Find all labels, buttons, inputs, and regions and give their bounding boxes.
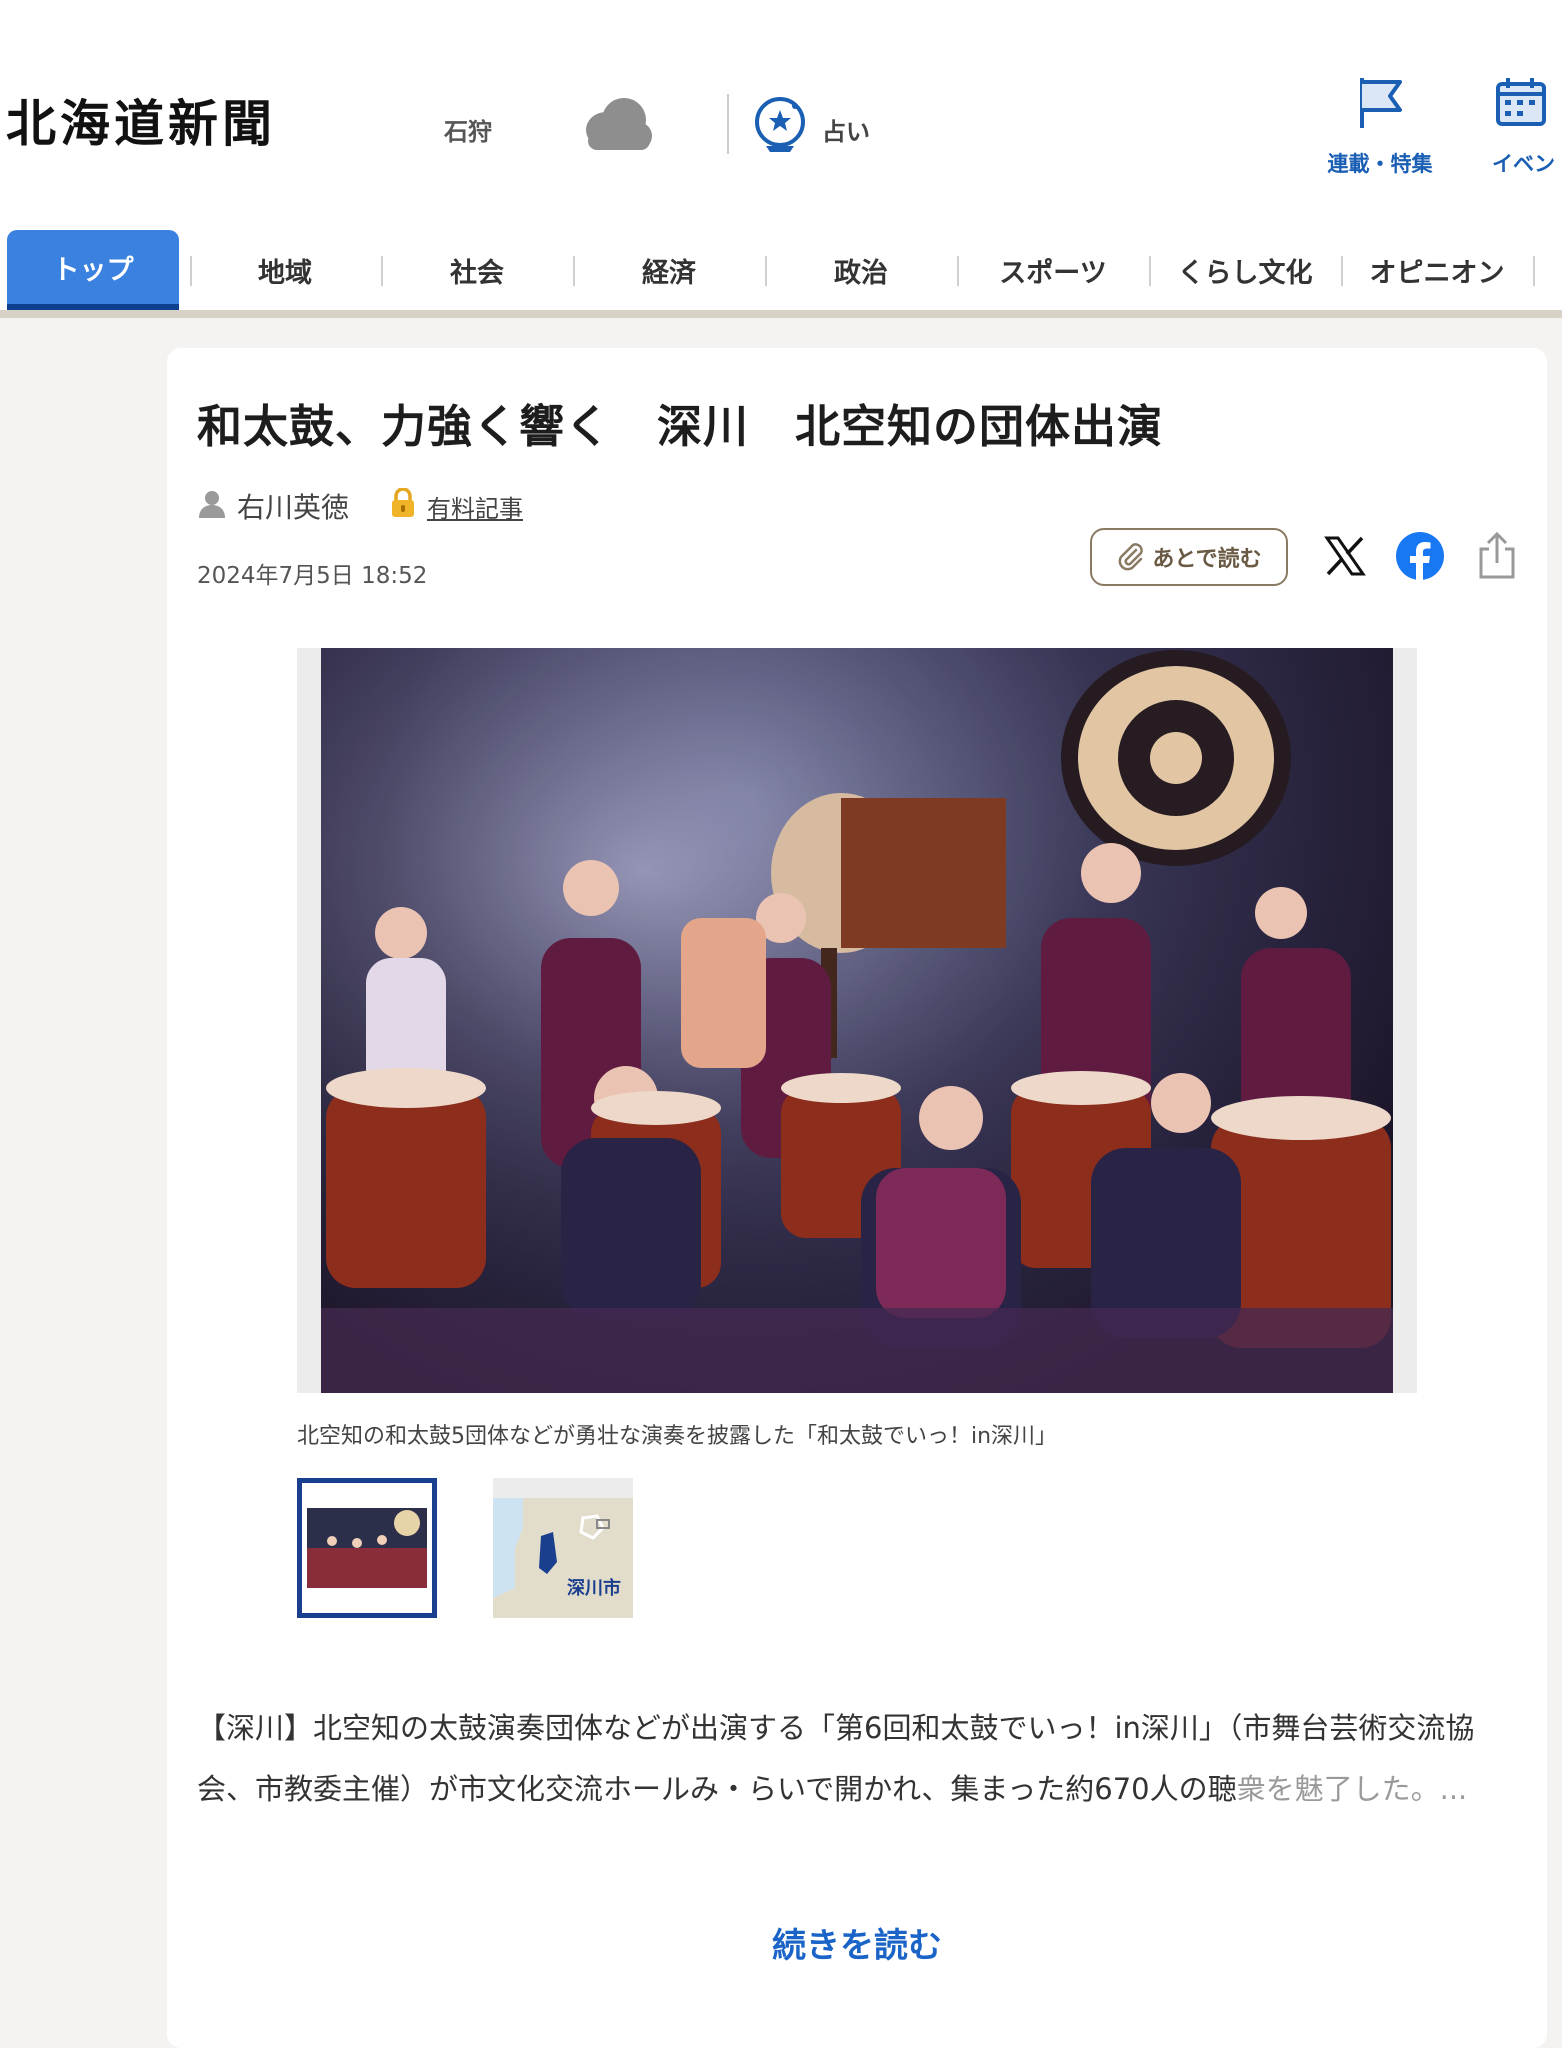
fortune-link[interactable]: 占い	[822, 112, 870, 147]
paid-article-link[interactable]: 有料記事	[389, 487, 524, 524]
x-share-icon[interactable]	[1317, 528, 1373, 584]
article-title: 和太鼓、力強く響く 深川 北空知の団体出演	[197, 400, 1164, 453]
tab-politics[interactable]: 政治	[765, 230, 957, 310]
header-divider	[727, 94, 729, 154]
lead-text-faded: 衆を魅了した。...	[1236, 1772, 1468, 1806]
share-icon[interactable]	[1469, 528, 1525, 584]
series-feature-link[interactable]: 連載・特集	[1320, 70, 1440, 178]
person-icon	[197, 489, 227, 523]
tab-divider	[1533, 256, 1535, 286]
tabs-underline	[0, 310, 1562, 318]
paperclip-icon	[1116, 542, 1146, 572]
author-row: 右川英徳 有料記事	[197, 486, 524, 526]
calendar-icon	[1492, 70, 1562, 134]
lock-icon	[389, 487, 417, 524]
read-later-button[interactable]: あとで読む	[1090, 528, 1288, 586]
map-city-label: 深川市	[567, 1578, 621, 1599]
tab-region[interactable]: 地域	[190, 230, 380, 310]
article-card: 和太鼓、力強く響く 深川 北空知の団体出演 右川英徳 有料記事 2024年7月5…	[167, 348, 1547, 2048]
paid-article-label: 有料記事	[427, 494, 524, 523]
article-photo-frame	[297, 648, 1417, 1393]
crystal-ball-icon[interactable]	[750, 94, 812, 156]
photo-caption: 北空知の和太鼓5団体などが勇壮な演奏を披露した「和太鼓でいっ！in深川」	[297, 1424, 1058, 1449]
read-more-link[interactable]: 続きを読む	[167, 1918, 1547, 1967]
tab-top[interactable]: トップ	[7, 230, 179, 310]
tab-sports[interactable]: スポーツ	[957, 230, 1149, 310]
tab-lifestyle-culture[interactable]: くらし文化	[1149, 230, 1341, 310]
cloud-icon[interactable]	[580, 92, 654, 156]
thumbnail-photo-selected[interactable]	[297, 1478, 437, 1618]
taiko-performance-photo[interactable]	[321, 648, 1393, 1393]
facebook-share-icon[interactable]	[1392, 528, 1448, 584]
category-tabs: トップ 地域 社会 経済 政治 スポーツ くらし文化 オピニオン	[0, 230, 1562, 310]
event-link[interactable]: イベン	[1492, 70, 1562, 178]
read-later-label: あとで読む	[1152, 547, 1262, 572]
tab-economy[interactable]: 経済	[573, 230, 765, 310]
article-lead: 【深川】北空知の太鼓演奏団体などが出演する「第6回和太鼓でいっ！in深川」（市舞…	[197, 1698, 1507, 1820]
region-label[interactable]: 石狩	[444, 112, 492, 147]
publish-date: 2024年7月5日 18:52	[197, 563, 428, 589]
author-name[interactable]: 右川英徳	[237, 486, 349, 526]
tab-society[interactable]: 社会	[381, 230, 573, 310]
series-feature-label: 連載・特集	[1327, 152, 1433, 176]
thumbnail-map[interactable]: 深川市	[493, 1478, 633, 1618]
tab-opinion[interactable]: オピニオン	[1341, 230, 1533, 310]
site-logo[interactable]: 北海道新聞	[6, 92, 276, 156]
site-header: 北海道新聞 石狩 占い 連載・特集 イベン	[0, 0, 1562, 230]
flag-icon	[1320, 70, 1440, 134]
event-label: イベン	[1492, 152, 1555, 176]
